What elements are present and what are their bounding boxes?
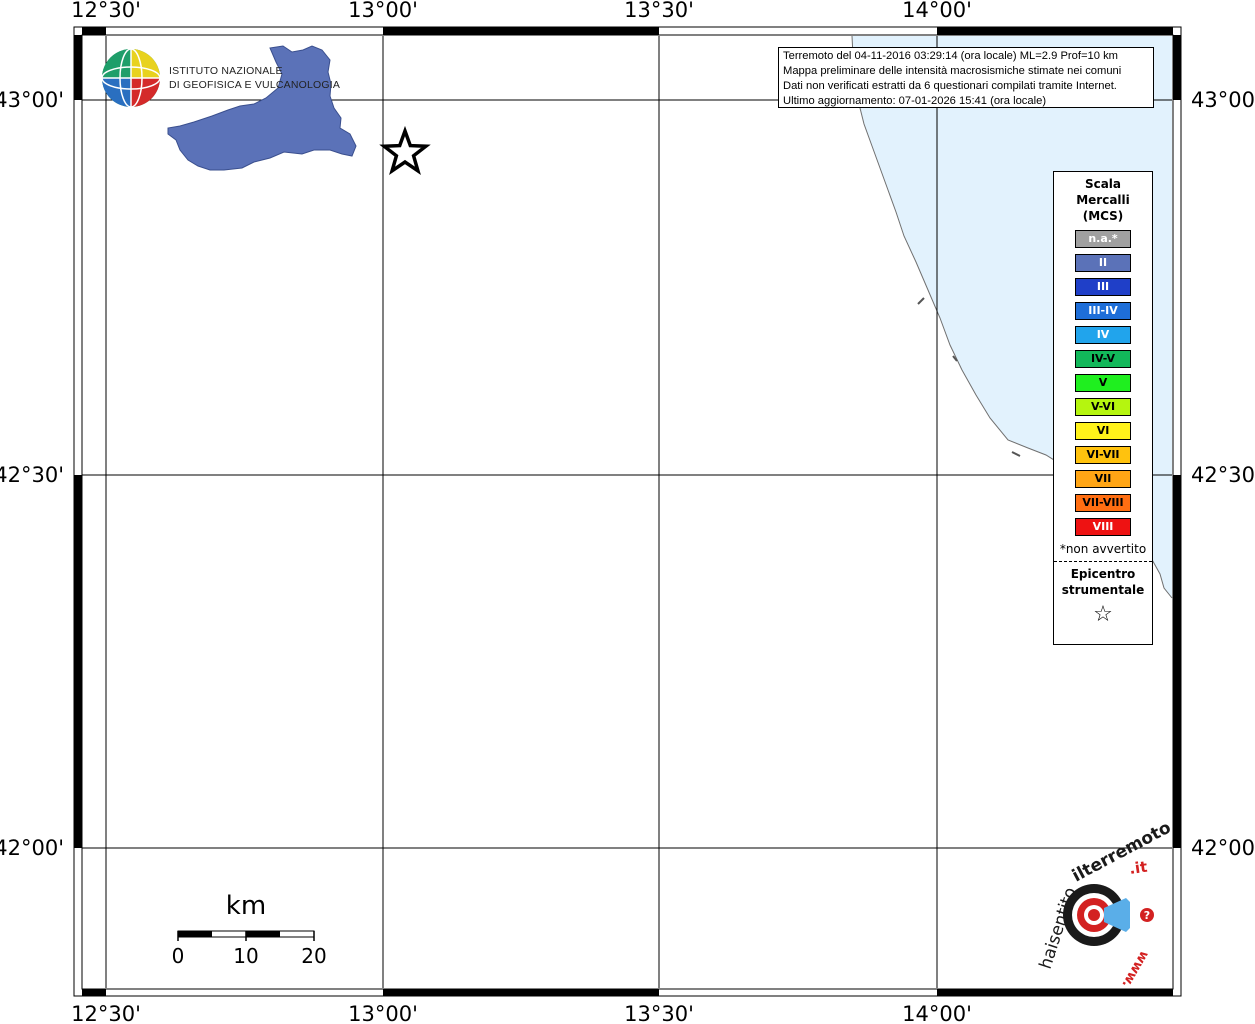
event-info-line: Mappa preliminare delle intensità macros… — [783, 65, 1122, 77]
lat-label-right: 42°30' — [1191, 463, 1255, 487]
lat-label-left: 42°00' — [0, 836, 64, 860]
legend-swatch: VI — [1075, 422, 1131, 440]
legend-star-icon: ☆ — [1093, 602, 1113, 627]
legend-swatch: IV — [1075, 326, 1131, 344]
legend-swatch: VII — [1075, 470, 1131, 488]
scale-tick: 10 — [233, 944, 258, 968]
coast-mark — [917, 297, 925, 305]
lon-label-top: 14°00' — [902, 0, 972, 22]
lat-label-left: 42°30' — [0, 463, 64, 487]
epicenter-star-icon — [379, 125, 431, 175]
legend-swatch: III-IV — [1075, 302, 1131, 320]
lat-label-left: 43°00' — [0, 88, 64, 112]
legend-title-line: Mercalli — [1076, 193, 1130, 207]
intensity-legend: Scala Mercalli (MCS) n.a.* II III III-IV IV I… — [1053, 171, 1153, 645]
svg-text:?: ? — [1144, 909, 1150, 922]
legend-divider — [1054, 561, 1152, 562]
ingv-logo-icon — [101, 48, 161, 108]
legend-swatch: II — [1075, 254, 1131, 272]
legend-swatch: VII-VIII — [1075, 494, 1131, 512]
legend-note: *non avvertito — [1059, 542, 1147, 556]
lon-label-bottom: 14°00' — [902, 1002, 972, 1024]
legend-swatch: V-VI — [1075, 398, 1131, 416]
event-info-line: Dati non verificati estratti da 6 questi… — [783, 80, 1117, 92]
hst-text-end: .it — [1128, 858, 1148, 878]
lon-label-top: 12°30' — [71, 0, 141, 22]
ingv-name-line1: ISTITUTO NAZIONALE — [169, 65, 283, 77]
lon-label-top: 13°00' — [348, 0, 418, 22]
lon-label-top: 13°30' — [624, 0, 694, 22]
lat-label-right: 43°00' — [1191, 88, 1255, 112]
lon-label-bottom: 13°30' — [624, 1002, 694, 1024]
legend-title-line: (MCS) — [1082, 209, 1124, 223]
hst-text-mid: ilterremoto — [1069, 818, 1174, 887]
ingv-name-line2: DI GEOFISICA E VULCANOLOGIA — [169, 79, 341, 91]
legend-swatch-list: n.a.* II III III-IV IV IV-V V V-VI VI VI-VII VII VI… — [1054, 230, 1152, 536]
legend-swatch: n.a.* — [1075, 230, 1131, 248]
legend-swatch: III — [1075, 278, 1131, 296]
lon-label-bottom: 13°00' — [348, 1002, 418, 1024]
ingv-name: ISTITUTO NAZIONALE DI GEOFISICA E VULCAN… — [169, 64, 340, 92]
event-info-box: Terremoto del 04-11-2016 03:29:14 (ora l… — [778, 47, 1154, 108]
legend-swatch: IV-V — [1075, 350, 1131, 368]
lat-label-right: 42°00' — [1191, 836, 1255, 860]
lon-label-bottom: 12°30' — [71, 1002, 141, 1024]
legend-title: Scala Mercalli (MCS) — [1054, 176, 1152, 224]
legend-title-line: Scala — [1084, 177, 1122, 191]
scale-tick: 0 — [172, 944, 185, 968]
scale-bar: km 0 10 20 — [172, 891, 327, 968]
scale-unit: km — [226, 891, 266, 921]
legend-epicenter-line: strumentale — [1061, 583, 1145, 597]
legend-swatch: V — [1075, 374, 1131, 392]
legend-epicenter-label: Epicentro strumentale — [1054, 566, 1152, 598]
event-info-line: Ultimo aggiornamento: 07-01-2026 15:41 (… — [783, 95, 1047, 107]
hst-text-www: www. — [1118, 948, 1151, 990]
event-info-line: Terremoto del 04-11-2016 03:29:14 (ora l… — [783, 50, 1118, 62]
coast-mark — [1011, 451, 1021, 457]
legend-swatch: VI-VII — [1075, 446, 1131, 464]
legend-swatch: VIII — [1075, 518, 1131, 536]
legend-epicenter-line: Epicentro — [1070, 567, 1136, 581]
hst-logo: ? haisentito ilterremoto .it www. — [1036, 818, 1175, 991]
scale-tick: 20 — [301, 944, 326, 968]
